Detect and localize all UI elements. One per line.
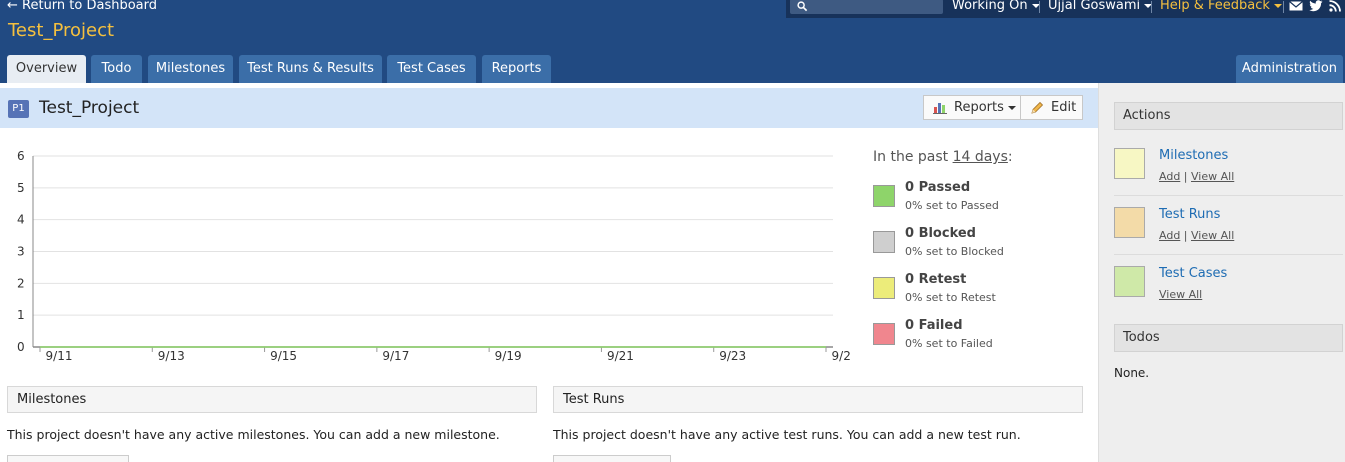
past-days-label: In the past 14 days: <box>873 149 1013 165</box>
legend-label: 0 Blocked <box>905 226 976 241</box>
y-tick-label: 3 <box>17 245 25 259</box>
pencil-icon <box>1031 101 1044 114</box>
sidebar-item-milestones: Milestones Add | View All <box>1114 148 1343 206</box>
test-runs-link[interactable]: Test Runs <box>1159 207 1220 222</box>
y-tick-label: 2 <box>17 276 25 290</box>
chevron-down-icon <box>1273 3 1282 8</box>
legend-item: 0 Retest 0% set to Retest <box>873 272 1073 312</box>
legend-item: 0 Passed 0% set to Passed <box>873 180 1073 220</box>
legend-swatch <box>873 231 895 253</box>
legend-label: 0 Failed <box>905 318 963 333</box>
user-dropdown[interactable]: Ujjal Goswami <box>1048 0 1153 13</box>
tab-todo[interactable]: Todo <box>91 55 142 83</box>
todos-empty-text: None. <box>1114 366 1150 380</box>
test-runs-color-square <box>1114 207 1145 238</box>
y-tick-label: 0 <box>17 340 25 354</box>
todos-header: Todos <box>1114 324 1343 352</box>
tab-test-cases[interactable]: Test Cases <box>387 55 476 83</box>
rss-icon[interactable] <box>1329 0 1341 12</box>
divider <box>1283 1 1284 13</box>
x-tick-label: 9/23 <box>719 349 746 363</box>
x-tick-label: 9/19 <box>495 349 522 363</box>
search-icon <box>797 1 808 12</box>
return-to-dashboard-link[interactable]: ← Return to Dashboard <box>7 0 157 13</box>
legend-sublabel: 0% set to Blocked <box>905 245 1004 258</box>
add-test-run-link[interactable]: Add <box>1159 229 1180 242</box>
milestones-actions: Add | View All <box>1159 170 1234 183</box>
divider <box>1039 1 1040 13</box>
tab-milestones[interactable]: Milestones <box>148 55 233 83</box>
user-bar: Working On Ujjal Goswami Help & Feedback <box>786 0 1345 18</box>
x-tick-label: 9/15 <box>270 349 297 363</box>
divider <box>1151 1 1152 13</box>
milestones-color-square <box>1114 148 1145 179</box>
mail-icon[interactable] <box>1289 0 1303 12</box>
x-tick-label: 9/11 <box>46 349 73 363</box>
x-tick-label: 9/21 <box>607 349 634 363</box>
top-header: ← Return to Dashboard Test_Project Worki… <box>0 0 1345 83</box>
view-all-test-runs-link[interactable]: View All <box>1191 229 1234 242</box>
tab-overview[interactable]: Overview <box>7 55 86 83</box>
link-separator: | <box>1183 229 1188 242</box>
working-on-dropdown[interactable]: Working On <box>952 0 1040 13</box>
view-all-milestones-link[interactable]: View All <box>1191 170 1234 183</box>
x-tick-label: 9/17 <box>382 349 409 363</box>
project-badge: P1 <box>8 100 29 118</box>
add-milestone-button[interactable] <box>7 455 129 462</box>
legend-label: 0 Passed <box>905 180 971 195</box>
divider <box>1114 195 1343 196</box>
legend-sublabel: 0% set to Failed <box>905 337 993 350</box>
sidebar-item-test-cases: Test Cases View All <box>1114 266 1343 324</box>
sidebar: Actions Milestones Add | View All Test R… <box>1098 83 1345 462</box>
y-tick-label: 6 <box>17 149 25 163</box>
legend-swatch <box>873 185 895 207</box>
y-tick-label: 4 <box>17 213 25 227</box>
milestones-empty-text: This project doesn't have any active mil… <box>7 427 500 442</box>
add-test-run-button[interactable] <box>553 455 671 462</box>
sidebar-item-test-runs: Test Runs Add | View All <box>1114 207 1343 265</box>
test-runs-empty-text: This project doesn't have any active tes… <box>553 427 1021 442</box>
legend-label: 0 Retest <box>905 272 967 287</box>
milestones-panel-header: Milestones <box>7 386 537 413</box>
past-days-link[interactable]: 14 days <box>953 149 1008 165</box>
chevron-down-icon <box>1007 105 1016 110</box>
x-tick-label: 9/13 <box>158 349 185 363</box>
tab-administration[interactable]: Administration <box>1236 55 1343 83</box>
legend-item: 0 Blocked 0% set to Blocked <box>873 226 1073 266</box>
tab-test-runs-results[interactable]: Test Runs & Results <box>239 55 382 83</box>
project-name: Test_Project <box>8 20 115 41</box>
legend-swatch <box>873 323 895 345</box>
test-cases-link[interactable]: Test Cases <box>1159 266 1227 281</box>
link-separator: | <box>1183 170 1188 183</box>
activity-chart: 0 1 2 3 4 5 6 9/11 9/13 9/15 9/17 9/19 9/21 9/23 9/25 <box>17 149 850 363</box>
twitter-icon[interactable] <box>1309 0 1323 12</box>
search-input[interactable] <box>790 0 943 14</box>
bar-chart-icon <box>933 103 947 114</box>
reports-button[interactable]: Reports <box>923 95 1021 120</box>
page-title: Test_Project <box>39 98 140 118</box>
divider <box>1114 254 1343 255</box>
y-tick-label: 1 <box>17 308 25 322</box>
milestones-link[interactable]: Milestones <box>1159 148 1228 163</box>
x-tick-label: 9/25 <box>832 349 850 363</box>
actions-header: Actions <box>1114 102 1343 130</box>
edit-button[interactable]: Edit <box>1020 95 1083 120</box>
help-feedback-dropdown[interactable]: Help & Feedback <box>1160 0 1282 13</box>
test-runs-panel-header: Test Runs <box>553 386 1083 413</box>
test-cases-actions: View All <box>1159 288 1202 301</box>
legend-swatch <box>873 277 895 299</box>
y-tick-label: 5 <box>17 181 25 195</box>
view-all-test-cases-link[interactable]: View All <box>1159 288 1202 301</box>
tab-reports[interactable]: Reports <box>482 55 551 83</box>
legend-sublabel: 0% set to Passed <box>905 199 999 212</box>
legend-item: 0 Failed 0% set to Failed <box>873 318 1073 358</box>
add-milestone-link[interactable]: Add <box>1159 170 1180 183</box>
test-cases-color-square <box>1114 266 1145 297</box>
test-runs-actions: Add | View All <box>1159 229 1234 242</box>
legend-sublabel: 0% set to Retest <box>905 291 996 304</box>
